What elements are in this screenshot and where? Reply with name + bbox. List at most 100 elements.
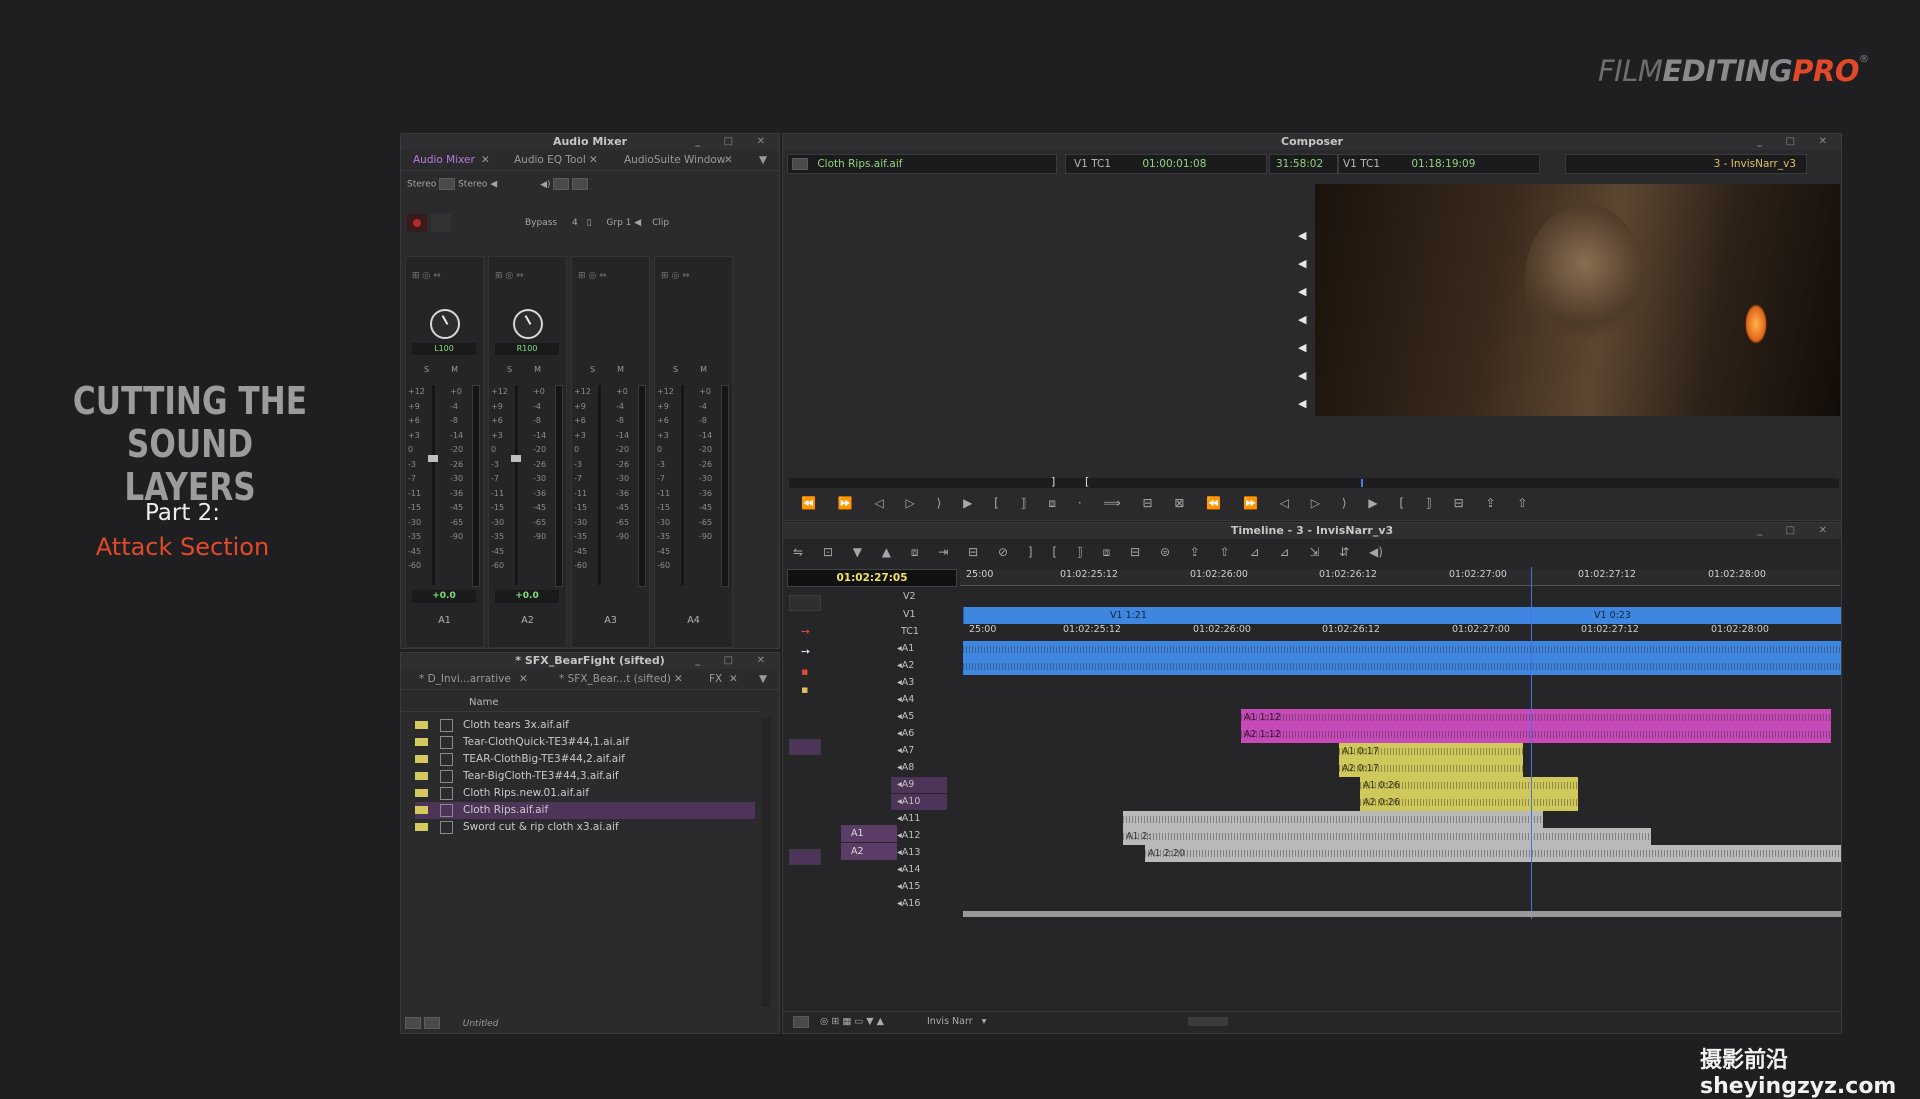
frame-arrow-icons[interactable]: ◀ ◀ ◀ ◀ ◀ ◀ ◀ xyxy=(1298,222,1306,418)
clip-a8[interactable]: A2 0:17 xyxy=(1339,760,1523,777)
clip-a10[interactable]: A2 0:26 xyxy=(1360,794,1578,811)
sequence-menu[interactable]: 3 - InvisNarr_v3 xyxy=(1565,154,1807,174)
tab-close-icon[interactable]: ✕ xyxy=(674,669,683,689)
bin-scrollbar[interactable] xyxy=(761,717,771,1007)
tab-audio-mixer[interactable]: Audio Mixer xyxy=(413,150,475,170)
track-header-a12[interactable]: ◂A12 xyxy=(891,828,947,844)
tab-sfx-bearfight[interactable]: * SFX_Bear...t (sifted) xyxy=(559,669,671,689)
tab-close-icon[interactable]: ✕ xyxy=(724,150,733,170)
volume-fader[interactable] xyxy=(598,385,601,585)
window-controls[interactable]: _ □ ✕ xyxy=(1757,523,1837,539)
record-button[interactable] xyxy=(407,214,427,232)
track-header-a11[interactable]: ◂A11 xyxy=(891,811,947,827)
track-header-a15[interactable]: ◂A15 xyxy=(891,879,947,895)
clip-a2[interactable] xyxy=(963,658,1841,675)
track-header-a5[interactable]: ◂A5 xyxy=(891,709,947,725)
timeline-ruler[interactable]: 25:00 01:02:25:12 01:02:26:00 01:02:26:1… xyxy=(960,569,1840,586)
list-item[interactable]: Tear-BigCloth-TE3#44,3.aif.aif xyxy=(415,768,755,785)
list-item-selected[interactable]: Cloth Rips.aif.aif xyxy=(415,802,755,819)
pan-knob[interactable] xyxy=(430,309,460,339)
trash-button[interactable] xyxy=(431,214,451,232)
playhead[interactable] xyxy=(1531,567,1532,919)
transport-controls[interactable]: ⏪ ⏩ ◁ ▷ ⟩ ▶ [ ⟧ ⧈ · ⟹ ⊟ ⊠ ⏪ ⏩ ◁ ▷ ⟩ ▶ [ … xyxy=(801,496,1527,511)
tab-close-icon[interactable]: ✕ xyxy=(589,150,598,170)
clip-v1[interactable]: V1 1:21 V1 0:23 xyxy=(963,607,1841,624)
speaker-icon[interactable]: ◀) xyxy=(540,180,550,190)
clip-a12[interactable]: A1 2: xyxy=(1123,828,1651,845)
fader-cap[interactable] xyxy=(428,455,438,462)
mute-button[interactable]: M xyxy=(451,365,458,374)
mute-button[interactable]: M xyxy=(700,365,707,374)
track-header-a13[interactable]: ◂A13 xyxy=(891,845,947,861)
list-item[interactable]: Tear-ClothQuick-TE3#44,1.ai.aif xyxy=(415,734,755,751)
tab-audio-eq-tool[interactable]: Audio EQ Tool xyxy=(514,150,586,170)
timeline-scrollbar[interactable] xyxy=(963,911,1841,917)
clip-a1[interactable] xyxy=(963,641,1841,658)
zoom-slider[interactable] xyxy=(1188,1017,1228,1026)
window-controls[interactable]: _ □ ✕ xyxy=(695,134,775,150)
clip-a9[interactable]: A1 0:26 xyxy=(1360,777,1578,794)
strip-link-icon[interactable]: ⊞ ◎ ⇔ xyxy=(495,271,524,281)
source-clip-menu[interactable]: Cloth Rips.aif.aif xyxy=(787,154,1057,174)
track-header-v2[interactable]: V2 xyxy=(891,589,947,605)
track-header-a7[interactable]: ◂A7 xyxy=(891,743,947,759)
timeline-clip-area[interactable]: V1 1:21 V1 0:23 25:00 01:02:25:12 01:02:… xyxy=(963,567,1841,919)
track-header-a6[interactable]: ◂A6 xyxy=(891,726,947,742)
track-header-a16[interactable]: ◂A16 xyxy=(891,896,947,912)
panel-icon[interactable] xyxy=(553,178,570,190)
pan-value[interactable]: L100 xyxy=(412,343,476,355)
list-item[interactable]: Cloth tears 3x.aif.aif xyxy=(415,717,755,734)
tab-close-icon[interactable]: ✕ xyxy=(729,669,738,689)
tab-audiosuite-window[interactable]: AudioSuite Window xyxy=(624,150,725,170)
track-header-a4[interactable]: ◂A4 xyxy=(891,692,947,708)
bypass-label[interactable]: Bypass xyxy=(525,218,557,228)
mute-button[interactable]: M xyxy=(534,365,541,374)
tab-close-icon[interactable]: ✕ xyxy=(481,150,490,170)
solo-button[interactable]: S xyxy=(507,365,512,374)
track-header-tc1[interactable]: TC1 xyxy=(891,624,947,640)
mute-button[interactable]: M xyxy=(617,365,624,374)
chevron-left-icon[interactable]: ◀ xyxy=(634,218,641,228)
strip-link-icon[interactable]: ⊞ ◎ ⇔ xyxy=(578,271,607,281)
source-timecode-bar[interactable]: V1 TC1 01:00:01:08 xyxy=(1065,154,1267,174)
fader-cap[interactable] xyxy=(511,455,521,462)
bypass-stepper-icon[interactable]: ▯ xyxy=(587,218,592,228)
volume-fader[interactable] xyxy=(681,385,684,585)
pan-knob[interactable] xyxy=(513,309,543,339)
volume-fader[interactable] xyxy=(511,385,521,585)
tab-menu-icon[interactable]: ▼ xyxy=(759,150,767,170)
stereo-icon[interactable] xyxy=(439,178,456,190)
track-header-a2[interactable]: ◂A2 xyxy=(891,658,947,674)
timeline-toolbar[interactable]: ⇋ ⊡ ▼ ▲ ⧈ ⇥ ⊟ ⊘ ] [ ⟧ ⧈ ⊟ ⊜ ⇪ ⇧ ⊿ ⊿ ⇲ ⇵ … xyxy=(793,545,1383,560)
solo-button[interactable]: S xyxy=(673,365,678,374)
tab-close-icon[interactable]: ✕ xyxy=(519,669,528,689)
tab-menu-icon[interactable]: ▼ xyxy=(759,669,767,689)
timeline-timecode[interactable]: 01:02:27:05 xyxy=(787,569,957,587)
track-header-a14[interactable]: ◂A14 xyxy=(891,862,947,878)
bin-view-icon[interactable] xyxy=(405,1017,421,1029)
position-bar[interactable]: ] [ xyxy=(789,475,1839,488)
clip-a13[interactable]: A1 2:20 xyxy=(1145,845,1841,862)
clip-a6[interactable]: A2 1:12 xyxy=(1241,726,1831,743)
group-label[interactable]: Grp 1 xyxy=(606,218,631,228)
strip-link-icon[interactable]: ⊞ ◎ ⇔ xyxy=(412,271,441,281)
clip-label[interactable]: Clip xyxy=(652,218,669,228)
pan-value[interactable]: R100 xyxy=(495,343,559,355)
track-header-v1[interactable]: V1 xyxy=(891,607,947,623)
sequence-selector[interactable]: Invis Narr xyxy=(927,1016,973,1027)
solo-button[interactable]: S xyxy=(590,365,595,374)
gain-value[interactable]: +0.0 xyxy=(495,590,559,603)
track-header-a9[interactable]: ◂A9 xyxy=(891,777,947,793)
bin-frame-icon[interactable] xyxy=(423,1017,440,1029)
tab-d-invis-narrative[interactable]: * D_Invi...arrative xyxy=(419,669,511,689)
list-item[interactable]: Sword cut & rip cloth x3.ai.aif xyxy=(415,819,755,836)
clip-a11[interactable] xyxy=(1123,811,1543,828)
record-timecode-bar[interactable]: V1 TC1 01:18:19:09 xyxy=(1338,154,1540,174)
tab-fx[interactable]: FX xyxy=(709,669,722,689)
track-header-a10[interactable]: ◂A10 xyxy=(891,794,947,810)
strip-link-icon[interactable]: ⊞ ◎ ⇔ xyxy=(661,271,690,281)
chevron-left-icon[interactable]: ◀ xyxy=(490,180,497,190)
track-header-a8[interactable]: ◂A8 xyxy=(891,760,947,776)
column-name-header[interactable]: Name xyxy=(469,697,499,708)
bin-view-selector[interactable]: Untitled xyxy=(463,1019,499,1029)
